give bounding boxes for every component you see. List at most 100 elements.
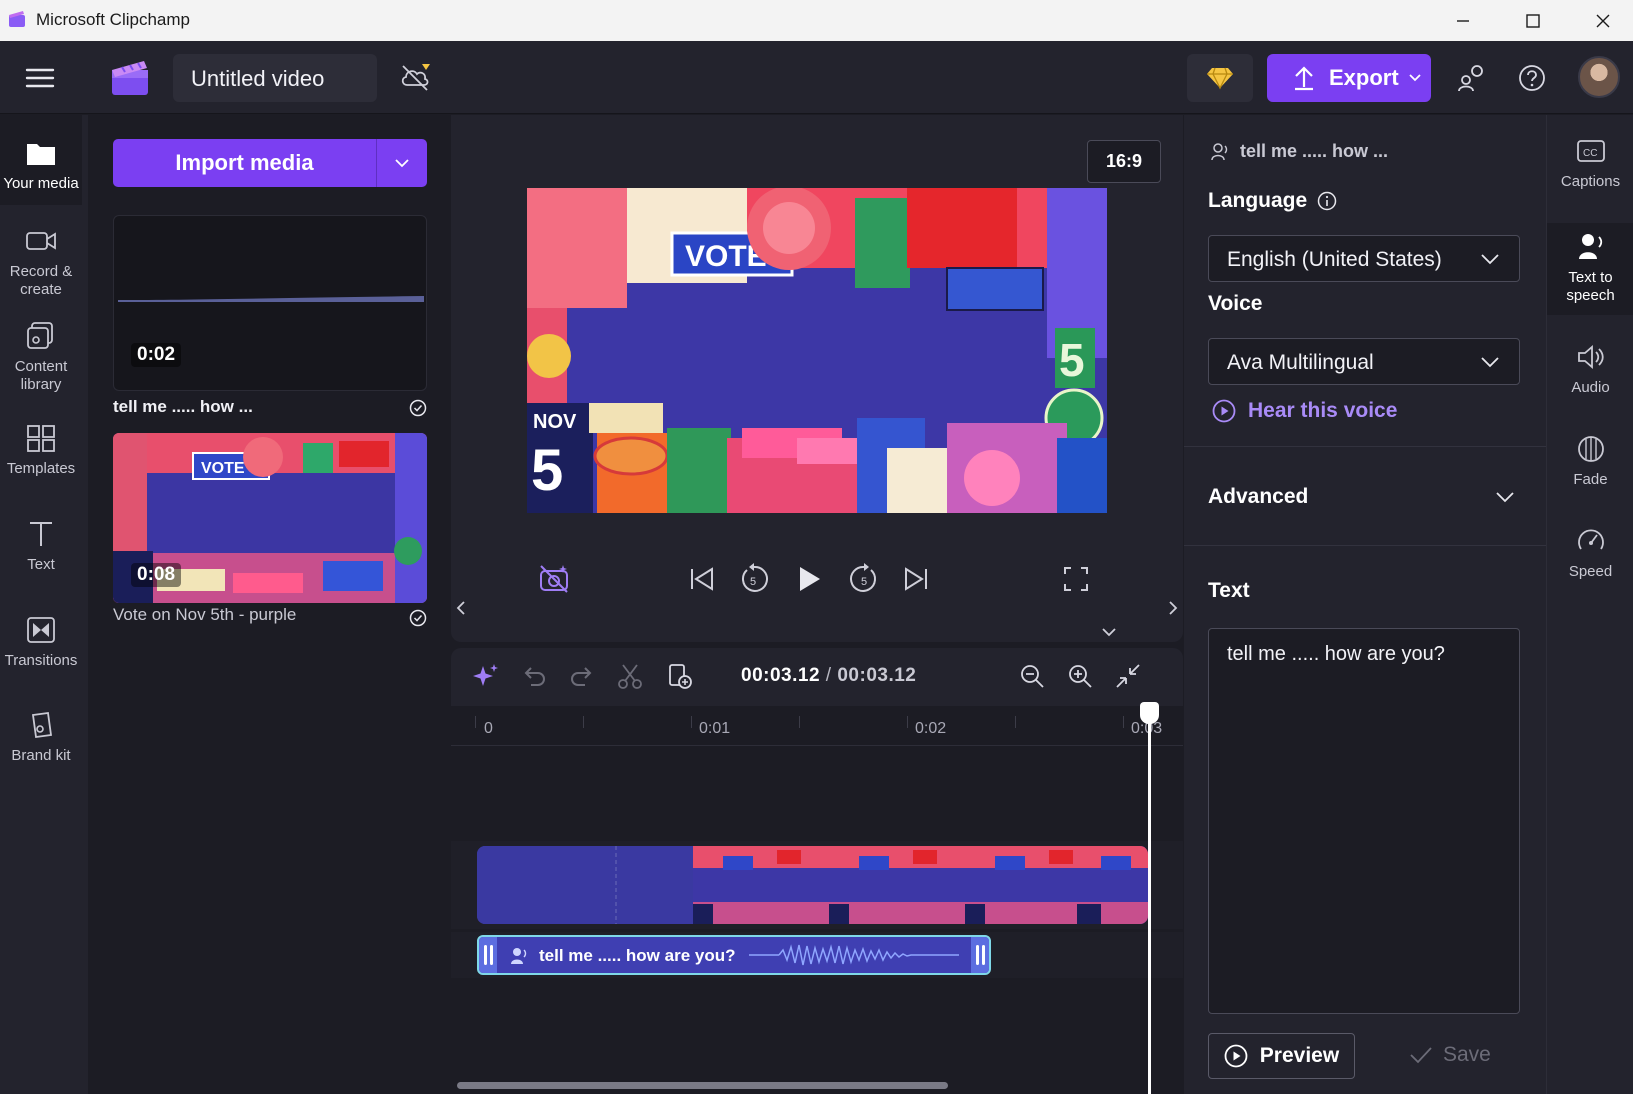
zoom-in-icon[interactable] xyxy=(1065,661,1095,691)
import-options-button[interactable] xyxy=(376,139,427,187)
properties-header: tell me ..... how ... xyxy=(1210,141,1388,162)
ruler-tick xyxy=(1015,716,1016,728)
rail-item-record-create[interactable]: Record & create xyxy=(0,225,82,305)
magic-camera-icon[interactable] xyxy=(537,562,571,596)
ruler-label: 0:01 xyxy=(699,720,731,737)
collapse-timeline-icon[interactable] xyxy=(1097,622,1121,642)
ruler-tick xyxy=(583,716,584,728)
tts-text-input[interactable]: tell me ..... how are you? xyxy=(1208,628,1520,1014)
timeline: 00:03.12 / 00:03.12 0 0:01 0:02 0:03 tel… xyxy=(451,648,1183,1094)
chevron-down-icon xyxy=(1409,74,1421,82)
transitions-icon xyxy=(27,617,55,643)
advanced-label: Advanced xyxy=(1208,485,1309,508)
current-time: 00:03.12 xyxy=(741,665,821,686)
rail-item-text-to-speech[interactable]: Text to speech xyxy=(1547,223,1633,315)
nov-text: NOV xyxy=(533,411,577,433)
ruler-label: 0 xyxy=(484,720,493,737)
language-section: Language xyxy=(1208,189,1337,213)
rail-item-audio[interactable]: Audio xyxy=(1547,341,1633,411)
rail-item-content-library[interactable]: Content library xyxy=(0,320,82,400)
audio-waveform xyxy=(749,944,959,966)
fade-icon xyxy=(1577,436,1604,462)
fit-timeline-icon[interactable] xyxy=(1113,661,1143,691)
media-title: Vote on Nov 5th - purple xyxy=(113,605,297,624)
checkmark-icon xyxy=(1410,1047,1432,1064)
rail-item-captions[interactable]: CC Captions xyxy=(1547,135,1633,215)
audio-clip-left-handle[interactable] xyxy=(479,937,497,973)
text-label: Text xyxy=(1208,579,1250,602)
import-media-label: Import media xyxy=(175,150,314,175)
project-title-input[interactable]: Untitled video xyxy=(173,54,377,102)
rail-item-brand-kit[interactable]: Brand kit xyxy=(0,709,82,779)
five-text: 5 xyxy=(531,438,563,503)
close-button[interactable] xyxy=(1568,0,1633,41)
preview-voice-button[interactable]: Preview xyxy=(1208,1033,1355,1079)
play-circle-icon xyxy=(1224,1044,1248,1068)
collapse-right-panel-icon[interactable] xyxy=(1163,594,1183,622)
minimize-button[interactable] xyxy=(1428,0,1498,41)
svg-text:VOTE: VOTE xyxy=(201,460,245,477)
delete-clip-icon[interactable] xyxy=(665,661,695,691)
media-duration: 0:02 xyxy=(131,343,182,367)
rewind-5-seconds-icon[interactable]: 5 xyxy=(737,562,771,596)
forward-5-seconds-icon[interactable]: 5 xyxy=(847,562,881,596)
app-header: Untitled video Export xyxy=(0,41,1633,114)
redo-icon[interactable] xyxy=(567,661,597,691)
audio-clip-right-handle[interactable] xyxy=(971,937,989,973)
skip-to-end-icon[interactable] xyxy=(899,562,933,596)
split-scissors-icon[interactable] xyxy=(615,661,645,691)
playhead-handle[interactable] xyxy=(1140,702,1159,724)
rail-item-templates[interactable]: Templates xyxy=(0,422,82,492)
collapse-left-panel-icon[interactable] xyxy=(451,594,471,622)
language-select[interactable]: English (United States) xyxy=(1208,235,1520,282)
export-button[interactable]: Export xyxy=(1267,54,1431,102)
media-duration: 0:08 xyxy=(131,563,182,587)
hear-this-voice-link[interactable]: Hear this voice xyxy=(1212,399,1397,423)
cloud-off-premium-icon[interactable] xyxy=(398,59,434,95)
timeline-horizontal-scrollbar[interactable] xyxy=(457,1082,948,1089)
audio-clip[interactable]: tell me ..... how are you? xyxy=(477,935,991,975)
premium-button[interactable] xyxy=(1187,54,1253,102)
clipchamp-app-icon xyxy=(9,11,25,27)
help-icon[interactable] xyxy=(1517,63,1547,93)
ai-sparkle-icon[interactable] xyxy=(471,661,501,691)
import-media-button[interactable]: Import media xyxy=(113,139,427,187)
video-clip[interactable] xyxy=(477,846,1148,924)
rail-item-speed[interactable]: Speed xyxy=(1547,525,1633,595)
rail-item-text[interactable]: Text xyxy=(0,518,82,588)
zoom-out-icon[interactable] xyxy=(1017,661,1047,691)
save-button[interactable]: Save xyxy=(1409,1043,1491,1067)
maximize-icon xyxy=(1526,13,1540,28)
divider xyxy=(1184,446,1546,447)
maximize-button[interactable] xyxy=(1498,0,1568,41)
playhead-line xyxy=(1148,707,1151,1094)
fullscreen-icon[interactable] xyxy=(1059,562,1093,596)
svg-text:5: 5 xyxy=(861,576,867,588)
window-title: Microsoft Clipchamp xyxy=(36,10,190,29)
voice-select[interactable]: Ava Multilingual xyxy=(1208,338,1520,385)
total-time: 00:03.12 xyxy=(837,665,917,686)
video-preview-frame: VOTE 5 NOV 5 xyxy=(527,188,1107,513)
rail-item-your-media[interactable]: Your media xyxy=(0,115,82,205)
aspect-ratio-button[interactable]: 16:9 xyxy=(1087,140,1161,183)
voice-value: Ava Multilingual xyxy=(1227,351,1374,374)
hamburger-menu-icon[interactable] xyxy=(24,65,56,91)
share-people-icon[interactable] xyxy=(1457,63,1487,93)
rail-item-transitions[interactable]: Transitions xyxy=(0,614,82,684)
ruler-tick xyxy=(799,716,800,728)
media-item-video[interactable]: VOTE 0:08 Vote on Nov 5th - purple xyxy=(113,433,427,643)
properties-panel: tell me ..... how ... Language English (… xyxy=(1184,115,1546,1094)
user-avatar[interactable] xyxy=(1578,56,1620,98)
chevron-down-icon xyxy=(1481,254,1499,265)
captions-icon: CC xyxy=(1576,140,1605,162)
skip-to-start-icon[interactable] xyxy=(685,562,719,596)
undo-icon[interactable] xyxy=(519,661,549,691)
info-icon[interactable] xyxy=(1317,191,1337,211)
added-check-icon xyxy=(409,399,427,417)
export-label: Export xyxy=(1329,65,1399,90)
rail-item-fade[interactable]: Fade xyxy=(1547,433,1633,503)
play-icon[interactable] xyxy=(791,562,825,596)
media-item-audio[interactable]: 0:02 tell me ..... how ... xyxy=(113,215,427,417)
advanced-expand-chevron-icon[interactable] xyxy=(1495,490,1515,504)
close-icon xyxy=(1596,14,1610,27)
